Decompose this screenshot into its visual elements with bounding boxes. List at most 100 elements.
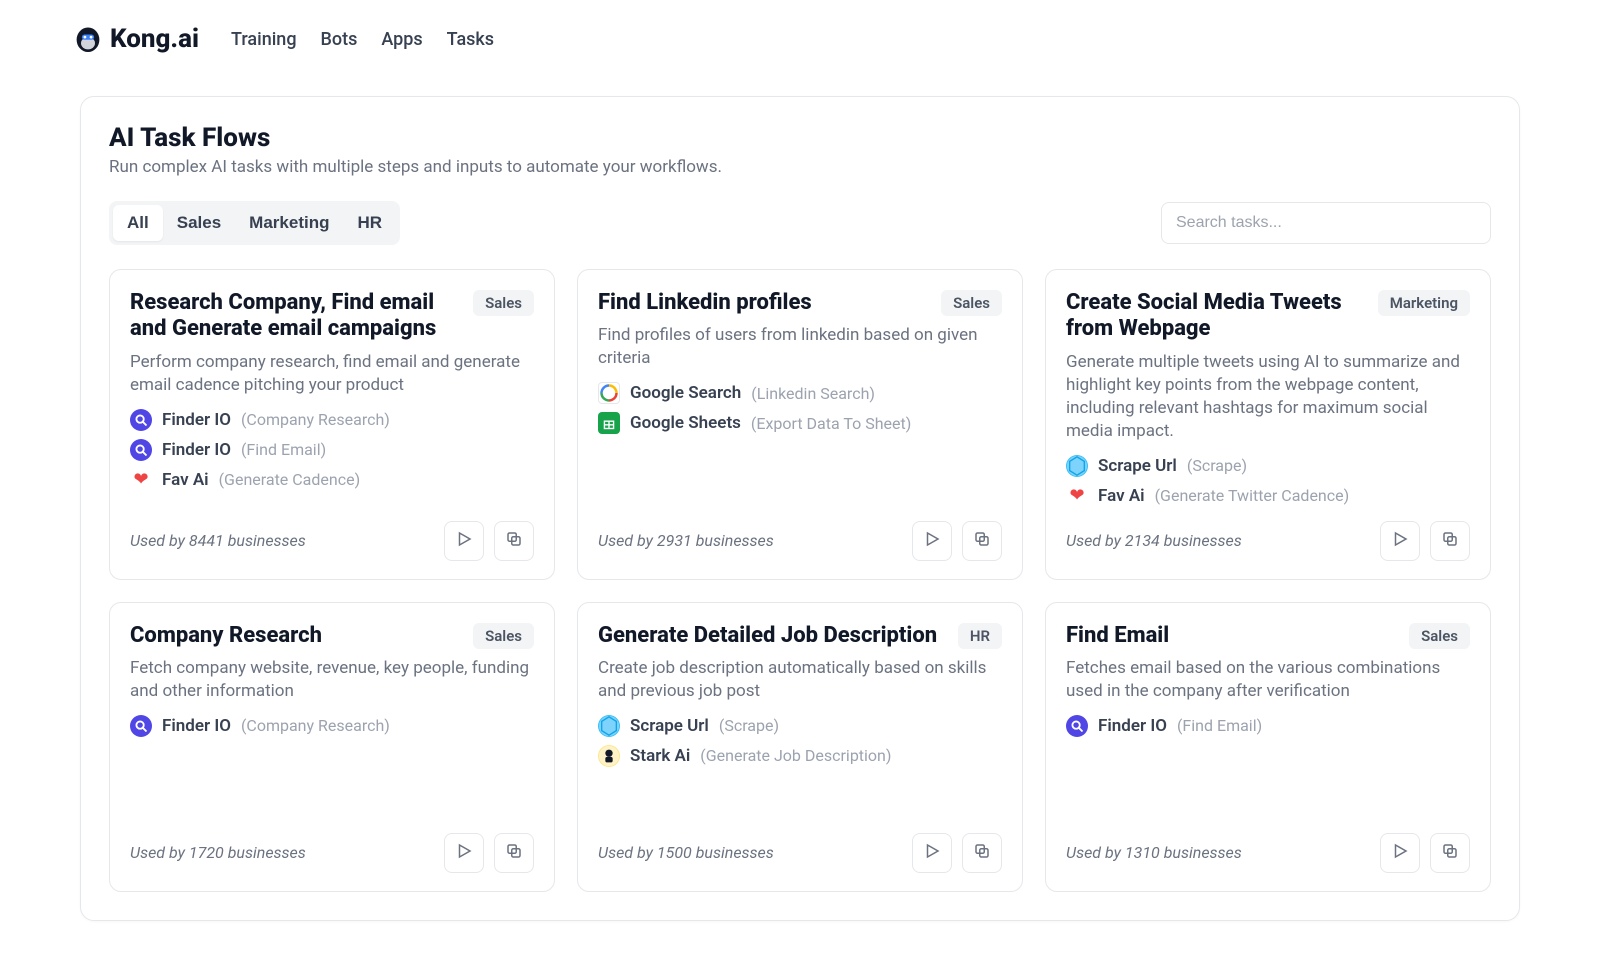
step-item: Google Sheets (Export Data To Sheet) [598,412,1002,434]
step-name: Scrape Url [1098,456,1177,476]
card-description: Generate multiple tweets using AI to sum… [1066,351,1470,443]
card-description: Fetch company website, revenue, key peop… [130,657,534,703]
usage-text: Used by 2134 businesses [1066,531,1242,550]
copy-button[interactable] [1430,833,1470,873]
run-button[interactable] [444,833,484,873]
step-name: Finder IO [162,440,231,460]
finder-icon [1066,715,1088,737]
step-list: Finder IO (Company Research) [130,715,534,737]
step-name: Finder IO [1098,716,1167,736]
step-name: Finder IO [162,410,231,430]
copy-button[interactable] [494,833,534,873]
search-input[interactable] [1161,202,1491,244]
tab-hr[interactable]: HR [343,205,396,241]
scrape-icon [598,715,620,737]
step-list: Finder IO (Find Email) [1066,715,1470,737]
task-card: Research Company, Find email and Generat… [109,269,555,580]
step-item: Scrape Url (Scrape) [1066,455,1470,477]
step-sub: (Find Email) [1177,716,1262,735]
play-icon [923,842,941,863]
tab-marketing[interactable]: Marketing [235,205,343,241]
stark-icon [598,745,620,767]
card-grid: Research Company, Find email and Generat… [109,269,1491,892]
category-badge: Sales [1409,623,1470,649]
toolbar: All Sales Marketing HR [109,201,1491,245]
step-sub: (Company Research) [241,716,390,735]
run-button[interactable] [912,521,952,561]
step-name: Fav Ai [162,470,209,490]
copy-button[interactable] [962,833,1002,873]
step-item: Finder IO (Find Email) [130,439,534,461]
copy-icon [973,530,991,551]
step-item: ❤Fav Ai (Generate Twitter Cadence) [1066,485,1470,507]
run-button[interactable] [912,833,952,873]
logo[interactable]: Kong.ai [74,24,199,54]
main-nav: Training Bots Apps Tasks [231,29,494,50]
play-icon [455,842,473,863]
scrape-icon [1066,455,1088,477]
gsheets-icon [598,412,620,434]
step-name: Google Search [630,383,741,403]
tab-all[interactable]: All [113,205,163,241]
card-description: Perform company research, find email and… [130,351,534,397]
gorilla-icon [74,24,102,54]
step-item: Finder IO (Company Research) [130,409,534,431]
copy-icon [505,530,523,551]
nav-tasks[interactable]: Tasks [447,29,494,50]
step-sub: (Export Data To Sheet) [751,414,911,433]
task-card: Generate Detailed Job DescriptionHRCreat… [577,602,1023,892]
usage-text: Used by 1310 businesses [1066,843,1242,862]
step-list: Google Search (Linkedin Search) Google Sh… [598,382,1002,434]
step-sub: (Generate Cadence) [219,470,361,489]
card-description: Fetches email based on the various combi… [1066,657,1470,703]
step-item: Finder IO (Find Email) [1066,715,1470,737]
play-icon [923,530,941,551]
play-icon [1391,842,1409,863]
step-sub: (Company Research) [241,410,390,429]
play-icon [1391,530,1409,551]
card-title: Find Email [1066,623,1399,649]
step-item: Google Search (Linkedin Search) [598,382,1002,404]
tab-sales[interactable]: Sales [163,205,235,241]
run-button[interactable] [1380,521,1420,561]
step-name: Finder IO [162,716,231,736]
heart-icon: ❤ [130,469,152,491]
copy-button[interactable] [962,521,1002,561]
brand-text: Kong.ai [110,24,199,54]
heart-icon: ❤ [1066,485,1088,507]
step-name: Fav Ai [1098,486,1145,506]
run-button[interactable] [1380,833,1420,873]
step-sub: (Generate Job Description) [700,746,891,765]
step-sub: (Find Email) [241,440,326,459]
nav-bots[interactable]: Bots [321,29,358,50]
card-title: Research Company, Find email and Generat… [130,290,463,343]
card-description: Find profiles of users from linkedin bas… [598,324,1002,370]
task-card: Create Social Media Tweets from WebpageM… [1045,269,1491,580]
copy-icon [1441,842,1459,863]
step-name: Scrape Url [630,716,709,736]
task-card: Company ResearchSalesFetch company websi… [109,602,555,892]
task-card: Find Email Sales Fetches email based on th… [1045,602,1491,892]
step-item: Stark Ai (Generate Job Description) [598,745,1002,767]
step-list: Scrape Url (Scrape)Stark Ai (Generate Jo… [598,715,1002,767]
step-list: Scrape Url (Scrape)❤Fav Ai (Generate Twi… [1066,455,1470,507]
step-sub: (Scrape) [1187,456,1247,475]
copy-button[interactable] [494,521,534,561]
step-name: Google Sheets [630,413,741,433]
finder-icon [130,439,152,461]
usage-text: Used by 1500 businesses [598,843,774,862]
step-list: Finder IO (Company Research)Finder IO (F… [130,409,534,491]
run-button[interactable] [444,521,484,561]
gsearch-icon [598,382,620,404]
card-title: Create Social Media Tweets from Webpage [1066,290,1368,343]
usage-text: Used by 1720 businesses [130,843,306,862]
step-item: Finder IO (Company Research) [130,715,534,737]
copy-icon [505,842,523,863]
nav-apps[interactable]: Apps [381,29,422,50]
usage-text: Used by 2931 businesses [598,531,774,550]
nav-training[interactable]: Training [231,29,297,50]
page-subtitle: Run complex AI tasks with multiple steps… [109,157,1491,177]
play-icon [455,530,473,551]
copy-button[interactable] [1430,521,1470,561]
card-description: Create job description automatically bas… [598,657,1002,703]
